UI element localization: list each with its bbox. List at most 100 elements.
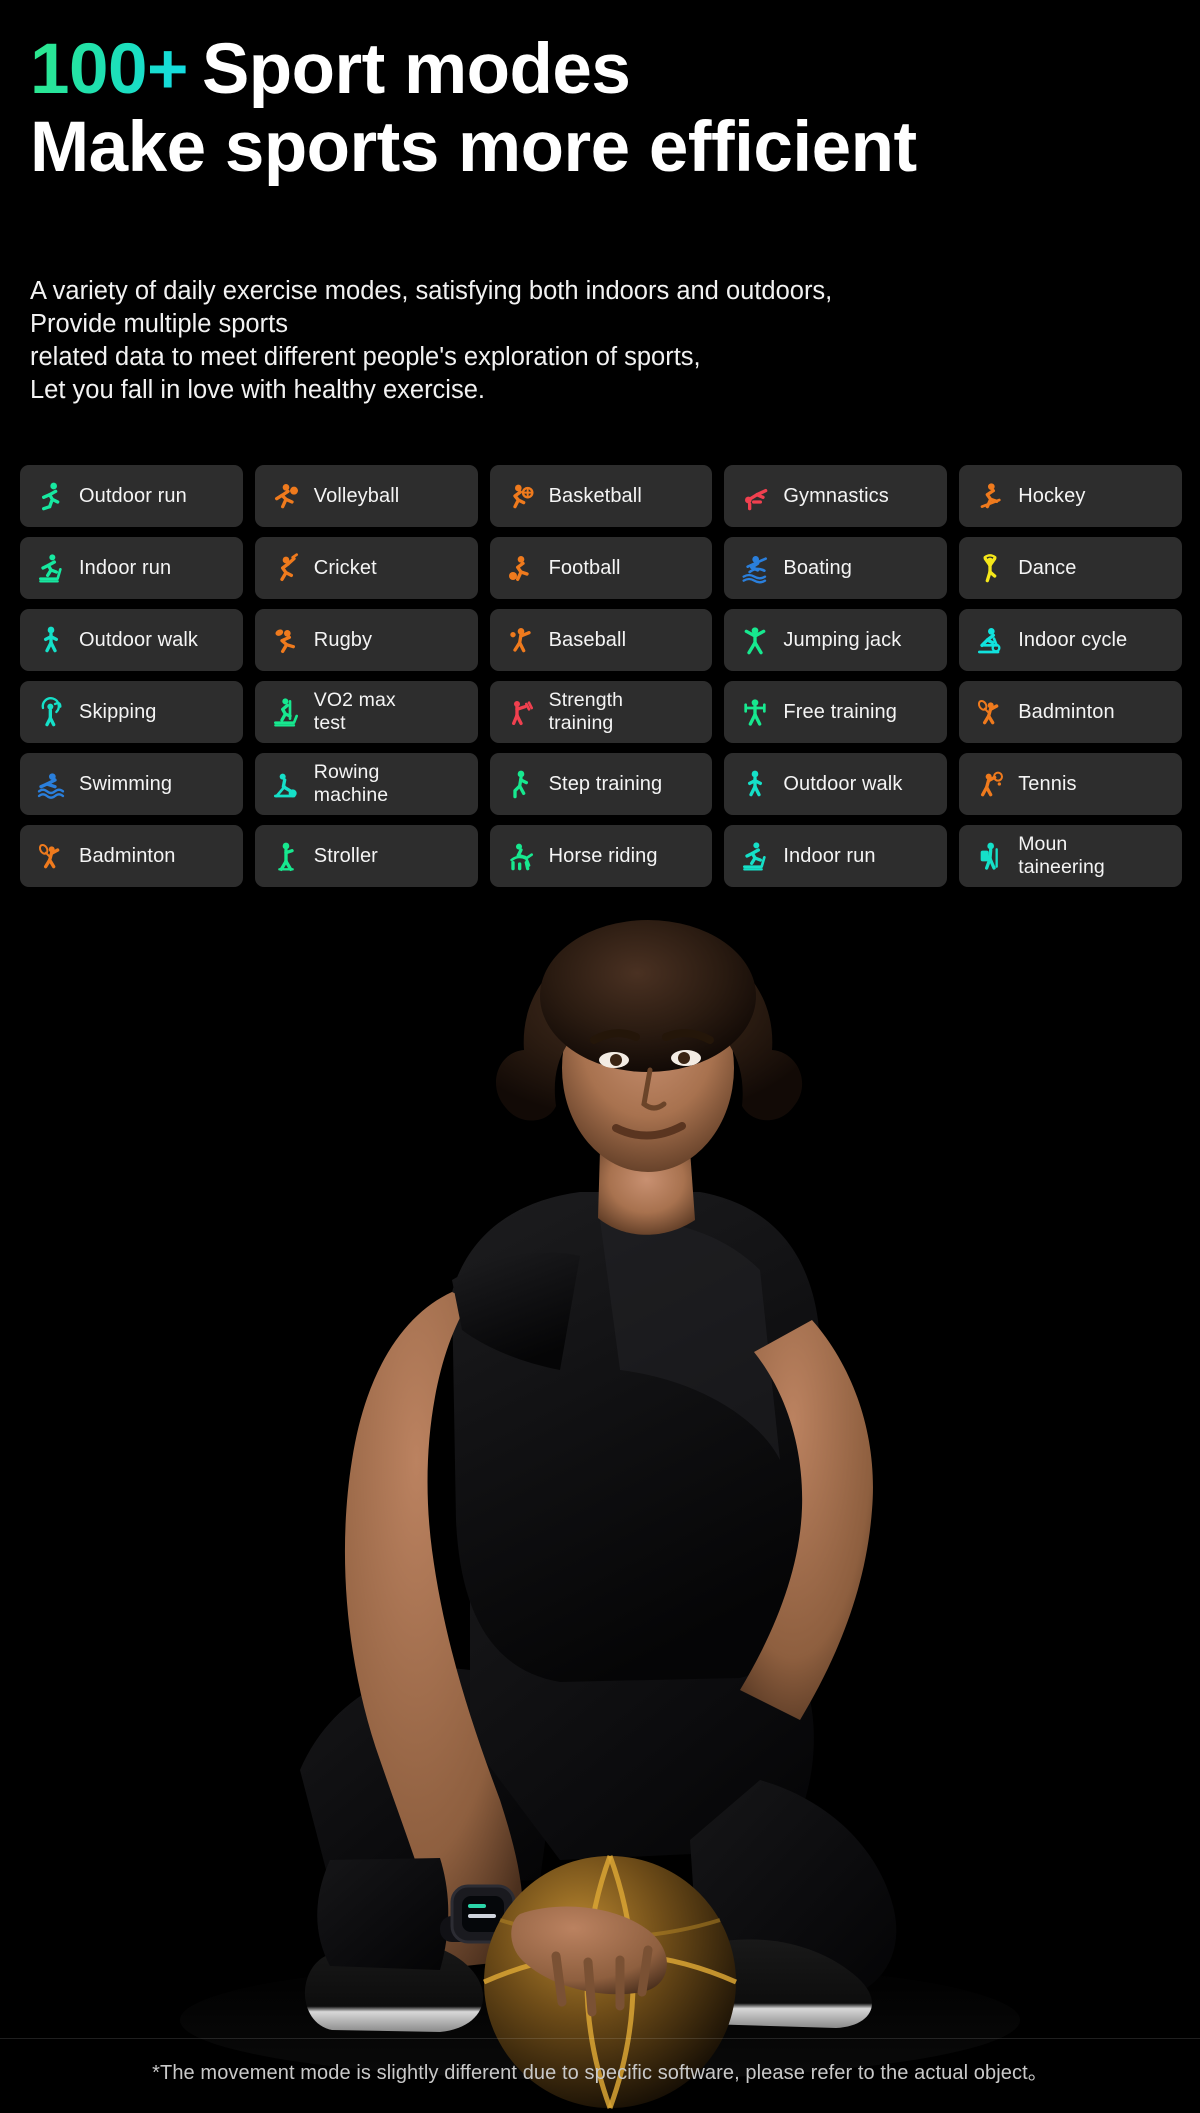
sport-mode-chip[interactable]: Hockey — [959, 465, 1182, 527]
sport-mode-chip[interactable]: Free training — [724, 681, 948, 743]
skipping-icon — [34, 693, 68, 731]
outdoor-run-icon — [34, 477, 68, 515]
sport-mode-chip[interactable]: Outdoor walk — [724, 753, 948, 815]
sport-mode-label: Indoor run — [783, 844, 876, 867]
sport-mode-label: Outdoor run — [79, 484, 187, 507]
athlete-illustration — [0, 900, 1200, 2113]
sport-mode-chip[interactable]: Rugby — [254, 609, 478, 671]
sport-mode-chip[interactable]: Outdoor walk — [20, 609, 243, 671]
stroller-icon — [269, 837, 303, 875]
footer-divider — [0, 2038, 1200, 2039]
sport-mode-chip[interactable]: VO2 max test — [254, 681, 478, 743]
sport-mode-label: Swimming — [79, 772, 173, 795]
sport-mode-label: Basketball — [548, 484, 642, 507]
horse-riding-icon — [504, 837, 538, 875]
sport-mode-chip[interactable]: Baseball — [489, 609, 713, 671]
badminton-icon — [34, 837, 68, 875]
sport-mode-label: Volleyball — [313, 484, 400, 507]
swimming-icon — [34, 765, 68, 803]
sport-mode-chip[interactable]: Outdoor run — [20, 465, 243, 527]
strength-training-icon — [504, 693, 538, 731]
sport-mode-label: Stroller — [313, 844, 378, 867]
dance-icon — [973, 549, 1007, 587]
sport-mode-grid: Outdoor run Volleyball Basketball Gymnastic… — [20, 465, 1182, 887]
headline-line-2: Make sports more efficient — [30, 108, 917, 188]
volleyball-icon — [269, 477, 303, 515]
sport-mode-chip[interactable]: Rowing machine — [254, 753, 478, 815]
sport-mode-chip[interactable]: Cricket — [254, 537, 478, 599]
hockey-icon — [973, 477, 1007, 515]
sport-mode-label: Hockey — [1018, 484, 1086, 507]
indoor-cycle-icon — [973, 621, 1007, 659]
sport-mode-label: Dance — [1018, 556, 1077, 579]
vo2-max-test-icon — [269, 693, 303, 731]
sport-mode-label: Free training — [783, 700, 897, 723]
sport-mode-chip[interactable]: Stroller — [254, 825, 478, 887]
intro-line-1: A variety of daily exercise modes, satis… — [30, 277, 833, 305]
rugby-icon — [269, 621, 303, 659]
boating-icon — [738, 549, 772, 587]
tennis-icon — [973, 765, 1007, 803]
sport-mode-label: Moun taineering — [1018, 833, 1105, 878]
sport-mode-chip[interactable]: Basketball — [489, 465, 713, 527]
jumping-jack-icon — [738, 621, 772, 659]
sport-mode-chip[interactable]: Jumping jack — [724, 609, 948, 671]
sport-mode-chip[interactable]: Tennis — [959, 753, 1182, 815]
footer-disclaimer: *The movement mode is slightly different… — [152, 2062, 1048, 2084]
step-training-icon — [504, 765, 538, 803]
sport-mode-chip[interactable]: Dance — [959, 537, 1182, 599]
gymnastics-icon — [738, 477, 772, 515]
sport-mode-chip[interactable]: Badminton — [959, 681, 1182, 743]
outdoor-walk-icon — [738, 765, 772, 803]
sport-mode-count: 100+ — [30, 30, 188, 109]
sport-mode-chip[interactable]: Gymnastics — [724, 465, 948, 527]
sport-mode-label: Strength training — [548, 689, 624, 734]
sport-mode-chip[interactable]: Volleyball — [254, 465, 478, 527]
sport-modes-promo-page: 100+ Sport modes Make sports more efficie… — [0, 0, 1200, 2113]
sport-mode-label: Indoor cycle — [1018, 628, 1128, 651]
sport-mode-label: Outdoor walk — [79, 628, 199, 651]
basketball-icon — [504, 477, 538, 515]
sport-mode-label: Football — [548, 556, 621, 579]
sport-mode-label: Baseball — [548, 628, 627, 651]
intro-line-2: Provide multiple sports — [30, 310, 288, 338]
intro-line-3: related data to meet different people's … — [30, 343, 701, 371]
sport-mode-chip[interactable]: Skipping — [20, 681, 243, 743]
indoor-run-icon — [34, 549, 68, 587]
sport-mode-label: Skipping — [79, 700, 157, 723]
sport-mode-label: Jumping jack — [783, 628, 902, 651]
athlete-photo — [0, 900, 1200, 2113]
free-training-icon — [738, 693, 772, 731]
sport-mode-chip[interactable]: Swimming — [20, 753, 243, 815]
sport-mode-chip[interactable]: Football — [489, 537, 713, 599]
sport-mode-label: Rowing machine — [313, 761, 389, 806]
headline-block: 100+ Sport modes Make sports more efficie… — [30, 33, 1180, 188]
rowing-machine-icon — [269, 765, 303, 803]
sport-mode-label: Badminton — [1018, 700, 1115, 723]
mountaineering-icon — [973, 837, 1007, 875]
football-icon — [504, 549, 538, 587]
sport-mode-label: Boating — [783, 556, 852, 579]
sport-mode-chip[interactable]: Step training — [489, 753, 713, 815]
sport-mode-chip[interactable]: Indoor cycle — [959, 609, 1182, 671]
sport-mode-chip[interactable]: Strength training — [489, 681, 713, 743]
sport-mode-label: Outdoor walk — [783, 772, 903, 795]
sport-mode-label: Step training — [548, 772, 663, 795]
headline-line-1: 100+ Sport modes — [30, 33, 1180, 106]
cricket-icon — [269, 549, 303, 587]
sport-mode-label: Badminton — [79, 844, 176, 867]
sport-mode-chip[interactable]: Badminton — [20, 825, 243, 887]
sport-mode-chip[interactable]: Indoor run — [724, 825, 948, 887]
sport-mode-label: Gymnastics — [783, 484, 889, 507]
sport-mode-chip[interactable]: Moun taineering — [959, 825, 1182, 887]
badminton-icon — [973, 693, 1007, 731]
sport-mode-label: Indoor run — [79, 556, 172, 579]
sport-mode-label: Tennis — [1018, 772, 1077, 795]
sport-mode-chip[interactable]: Indoor run — [20, 537, 243, 599]
sport-mode-label: Cricket — [313, 556, 377, 579]
sport-mode-label: Horse riding — [548, 844, 658, 867]
sport-mode-chip[interactable]: Boating — [724, 537, 948, 599]
sport-mode-chip[interactable]: Horse riding — [489, 825, 713, 887]
headline-line-1-text: Sport modes — [201, 30, 631, 109]
intro-line-4: Let you fall in love with healthy exerci… — [30, 376, 485, 404]
